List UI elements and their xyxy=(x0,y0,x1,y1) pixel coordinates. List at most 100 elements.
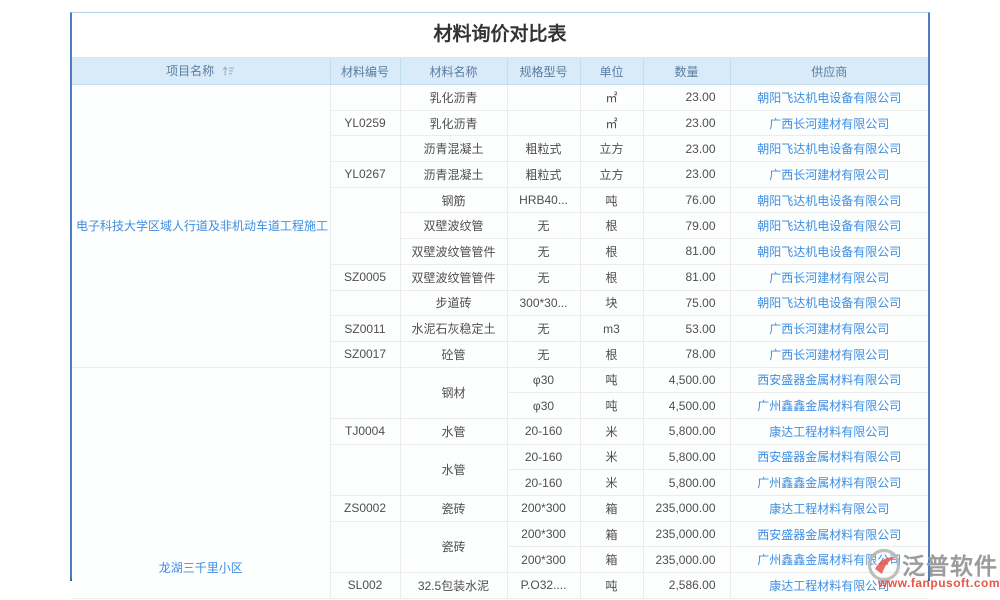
cell-spec: 200*300 xyxy=(507,521,580,547)
cell-supplier[interactable]: 广西长河建材有限公司 xyxy=(730,162,928,188)
col-header-name: 材料名称 xyxy=(400,58,507,85)
cell-project[interactable]: 龙湖三千里小区 xyxy=(72,367,330,598)
cell-spec: 300*30... xyxy=(507,290,580,316)
cell-code: SL002 xyxy=(330,573,400,599)
cell-spec: 粗粒式 xyxy=(507,136,580,162)
cell-code: YL0267 xyxy=(330,162,400,188)
cell-unit: ㎡ xyxy=(580,110,643,136)
cell-name: 瓷砖 xyxy=(400,496,507,522)
col-header-unit: 单位 xyxy=(580,58,643,85)
cell-unit: 吨 xyxy=(580,573,643,599)
cell-name: 钢材 xyxy=(400,367,507,418)
cell-unit: 箱 xyxy=(580,521,643,547)
cell-supplier[interactable]: 广州鑫鑫金属材料有限公司 xyxy=(730,470,928,496)
cell-unit: 根 xyxy=(580,239,643,265)
cell-qty: 5,800.00 xyxy=(643,418,730,444)
cell-name: 步道砖 xyxy=(400,290,507,316)
cell-code: TJ0004 xyxy=(330,418,400,444)
cell-name: 瓷砖 xyxy=(400,521,507,572)
cell-supplier[interactable]: 朝阳飞达机电设备有限公司 xyxy=(730,85,928,111)
cell-supplier[interactable]: 西安盛器金属材料有限公司 xyxy=(730,444,928,470)
cell-supplier[interactable]: 广西长河建材有限公司 xyxy=(730,264,928,290)
cell-supplier[interactable]: 广西长河建材有限公司 xyxy=(730,316,928,342)
cell-unit: 箱 xyxy=(580,547,643,573)
cell-supplier[interactable]: 康达工程材料有限公司 xyxy=(730,418,928,444)
cell-qty: 235,000.00 xyxy=(643,521,730,547)
cell-code xyxy=(330,187,400,264)
cell-name: 乳化沥青 xyxy=(400,85,507,111)
cell-code xyxy=(330,136,400,162)
cell-unit: 根 xyxy=(580,213,643,239)
cell-unit: 块 xyxy=(580,290,643,316)
cell-supplier[interactable]: 朝阳飞达机电设备有限公司 xyxy=(730,187,928,213)
cell-project[interactable]: 电子科技大学区域人行道及非机动车道工程施工 xyxy=(72,85,330,368)
cell-name: 水管 xyxy=(400,444,507,495)
cell-qty: 76.00 xyxy=(643,187,730,213)
cell-qty: 75.00 xyxy=(643,290,730,316)
cell-unit: ㎡ xyxy=(580,85,643,111)
cell-spec: 无 xyxy=(507,316,580,342)
cell-supplier[interactable]: 广州鑫鑫金属材料有限公司 xyxy=(730,393,928,419)
cell-qty: 81.00 xyxy=(643,239,730,265)
cell-spec: 粗粒式 xyxy=(507,162,580,188)
material-inquiry-table: 项目名称 材料编号 材料名称 规格型号 单位 数量 供应商 xyxy=(72,58,928,599)
cell-supplier[interactable]: 朝阳飞达机电设备有限公司 xyxy=(730,239,928,265)
cell-spec: HRB40... xyxy=(507,187,580,213)
cell-qty: 81.00 xyxy=(643,264,730,290)
cell-supplier[interactable]: 朝阳飞达机电设备有限公司 xyxy=(730,136,928,162)
cell-spec: P.O32.... xyxy=(507,573,580,599)
cell-qty: 23.00 xyxy=(643,110,730,136)
cell-qty: 79.00 xyxy=(643,213,730,239)
cell-supplier[interactable]: 朝阳飞达机电设备有限公司 xyxy=(730,290,928,316)
cell-qty: 4,500.00 xyxy=(643,393,730,419)
col-header-qty: 数量 xyxy=(643,58,730,85)
col-header-code: 材料编号 xyxy=(330,58,400,85)
header-row: 项目名称 材料编号 材料名称 规格型号 单位 数量 供应商 xyxy=(72,58,928,85)
cell-name: 双壁波纹管管件 xyxy=(400,239,507,265)
cell-spec: φ30 xyxy=(507,367,580,393)
cell-spec xyxy=(507,110,580,136)
col-header-project[interactable]: 项目名称 xyxy=(72,58,330,85)
cell-qty: 5,800.00 xyxy=(643,470,730,496)
sort-icon[interactable] xyxy=(222,65,235,80)
cell-name: 砼管 xyxy=(400,341,507,367)
cell-code: SZ0005 xyxy=(330,264,400,290)
cell-supplier[interactable]: 康达工程材料有限公司 xyxy=(730,496,928,522)
cell-spec: 200*300 xyxy=(507,547,580,573)
col-header-project-label: 项目名称 xyxy=(166,64,214,78)
cell-spec: 20-160 xyxy=(507,418,580,444)
cell-supplier[interactable]: 广西长河建材有限公司 xyxy=(730,110,928,136)
cell-qty: 78.00 xyxy=(643,341,730,367)
cell-supplier[interactable]: 广西长河建材有限公司 xyxy=(730,341,928,367)
cell-code xyxy=(330,367,400,418)
watermark-url-text: www.fanpusoft.com xyxy=(878,576,1000,590)
cell-spec: 无 xyxy=(507,239,580,265)
table-row: 电子科技大学区域人行道及非机动车道工程施工乳化沥青㎡23.00朝阳飞达机电设备有… xyxy=(72,85,928,111)
col-header-spec: 规格型号 xyxy=(507,58,580,85)
col-header-supplier: 供应商 xyxy=(730,58,928,85)
cell-name: 32.5包装水泥 xyxy=(400,573,507,599)
cell-qty: 2,586.00 xyxy=(643,573,730,599)
page-title: 材料询价对比表 xyxy=(72,13,928,58)
cell-spec: 无 xyxy=(507,341,580,367)
cell-unit: 米 xyxy=(580,418,643,444)
cell-spec: φ30 xyxy=(507,393,580,419)
cell-unit: 吨 xyxy=(580,367,643,393)
cell-spec: 无 xyxy=(507,213,580,239)
cell-qty: 23.00 xyxy=(643,136,730,162)
cell-code xyxy=(330,85,400,111)
cell-name: 水管 xyxy=(400,418,507,444)
cell-supplier[interactable]: 西安盛器金属材料有限公司 xyxy=(730,367,928,393)
cell-unit: 立方 xyxy=(580,162,643,188)
cell-name: 乳化沥青 xyxy=(400,110,507,136)
cell-supplier[interactable]: 西安盛器金属材料有限公司 xyxy=(730,521,928,547)
cell-code xyxy=(330,290,400,316)
cell-code xyxy=(330,521,400,572)
vendor-watermark: 泛普软件 www.fanpusoft.com xyxy=(866,545,1000,595)
cell-spec: 200*300 xyxy=(507,496,580,522)
cell-unit: 箱 xyxy=(580,496,643,522)
cell-spec xyxy=(507,85,580,111)
cell-name: 沥青混凝土 xyxy=(400,162,507,188)
cell-supplier[interactable]: 朝阳飞达机电设备有限公司 xyxy=(730,213,928,239)
cell-unit: 立方 xyxy=(580,136,643,162)
